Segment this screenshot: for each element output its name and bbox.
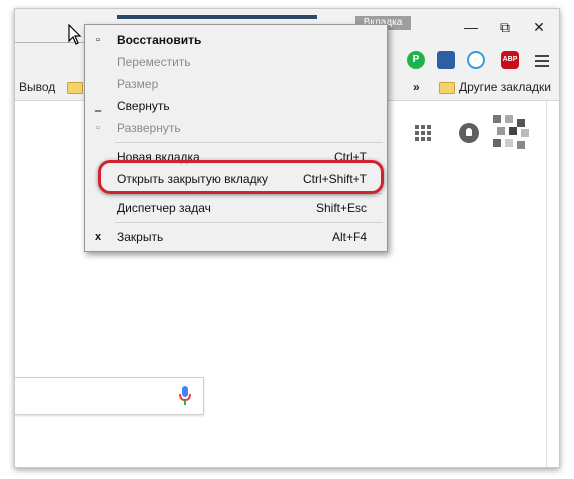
menu-separator — [115, 142, 383, 143]
menu-item-maximize: ▫ Развернуть — [85, 117, 387, 139]
vertical-scrollbar[interactable] — [546, 101, 559, 467]
menu-icon[interactable] — [535, 52, 549, 68]
menu-separator — [115, 222, 383, 223]
restore-icon: ▫ — [96, 34, 100, 46]
menu-item-task-manager[interactable]: Диспетчер задач Shift+Esc — [85, 197, 387, 219]
minimize-icon: ‗ — [94, 100, 102, 112]
avatar[interactable] — [493, 115, 537, 151]
bookmarks-overflow-chevron[interactable]: » — [413, 80, 420, 94]
maximize-icon: ▫ — [96, 122, 100, 134]
menu-item-label: Переместить — [117, 55, 191, 69]
evernote-icon[interactable] — [437, 51, 455, 69]
apps-grid-icon[interactable] — [415, 125, 431, 141]
maximize-button[interactable]: ⧉ — [495, 17, 515, 37]
close-icon: x — [94, 231, 102, 243]
mouse-cursor-icon — [68, 24, 82, 45]
menu-item-shortcut: Shift+Esc — [315, 201, 367, 215]
menu-item-label: Закрыть — [117, 230, 164, 244]
microphone-icon[interactable] — [179, 386, 191, 406]
menu-item-label: Диспетчер задач — [117, 201, 211, 215]
annotation-highlight-frame — [98, 160, 384, 194]
search-input[interactable] — [15, 377, 204, 415]
folder-icon — [67, 82, 83, 94]
pushbullet-icon[interactable]: P — [407, 51, 425, 69]
menu-item-shortcut: Alt+F4 — [331, 230, 367, 244]
notifications-bell-icon[interactable] — [459, 123, 479, 143]
vpn-icon[interactable] — [467, 51, 485, 69]
minimize-button[interactable]: — — [461, 17, 481, 37]
menu-item-label: Восстановить — [117, 33, 202, 47]
menu-item-size: Размер — [85, 73, 387, 95]
folder-icon — [439, 82, 455, 94]
menu-item-close[interactable]: x Закрыть Alt+F4 — [85, 226, 387, 248]
menu-item-label: Развернуть — [117, 121, 181, 135]
menu-item-move: Переместить — [85, 51, 387, 73]
bookmark-other[interactable]: Другие закладки — [459, 80, 551, 94]
menu-item-label: Размер — [117, 77, 159, 91]
window-context-menu: ▫ Восстановить Переместить Размер ‗ Свер… — [84, 24, 388, 252]
close-window-button[interactable]: ✕ — [529, 17, 549, 37]
adblock-plus-label: ABP — [502, 56, 518, 63]
menu-item-minimize[interactable]: ‗ Свернуть — [85, 95, 387, 117]
menu-item-restore[interactable]: ▫ Восстановить — [85, 29, 387, 51]
adblock-plus-icon[interactable]: ABP — [501, 51, 519, 69]
tab-strip-indicator — [117, 15, 317, 19]
pushbullet-label: P — [412, 54, 420, 65]
bookmark-vyvod[interactable]: Вывод — [19, 80, 55, 94]
menu-item-label: Свернуть — [117, 99, 170, 113]
